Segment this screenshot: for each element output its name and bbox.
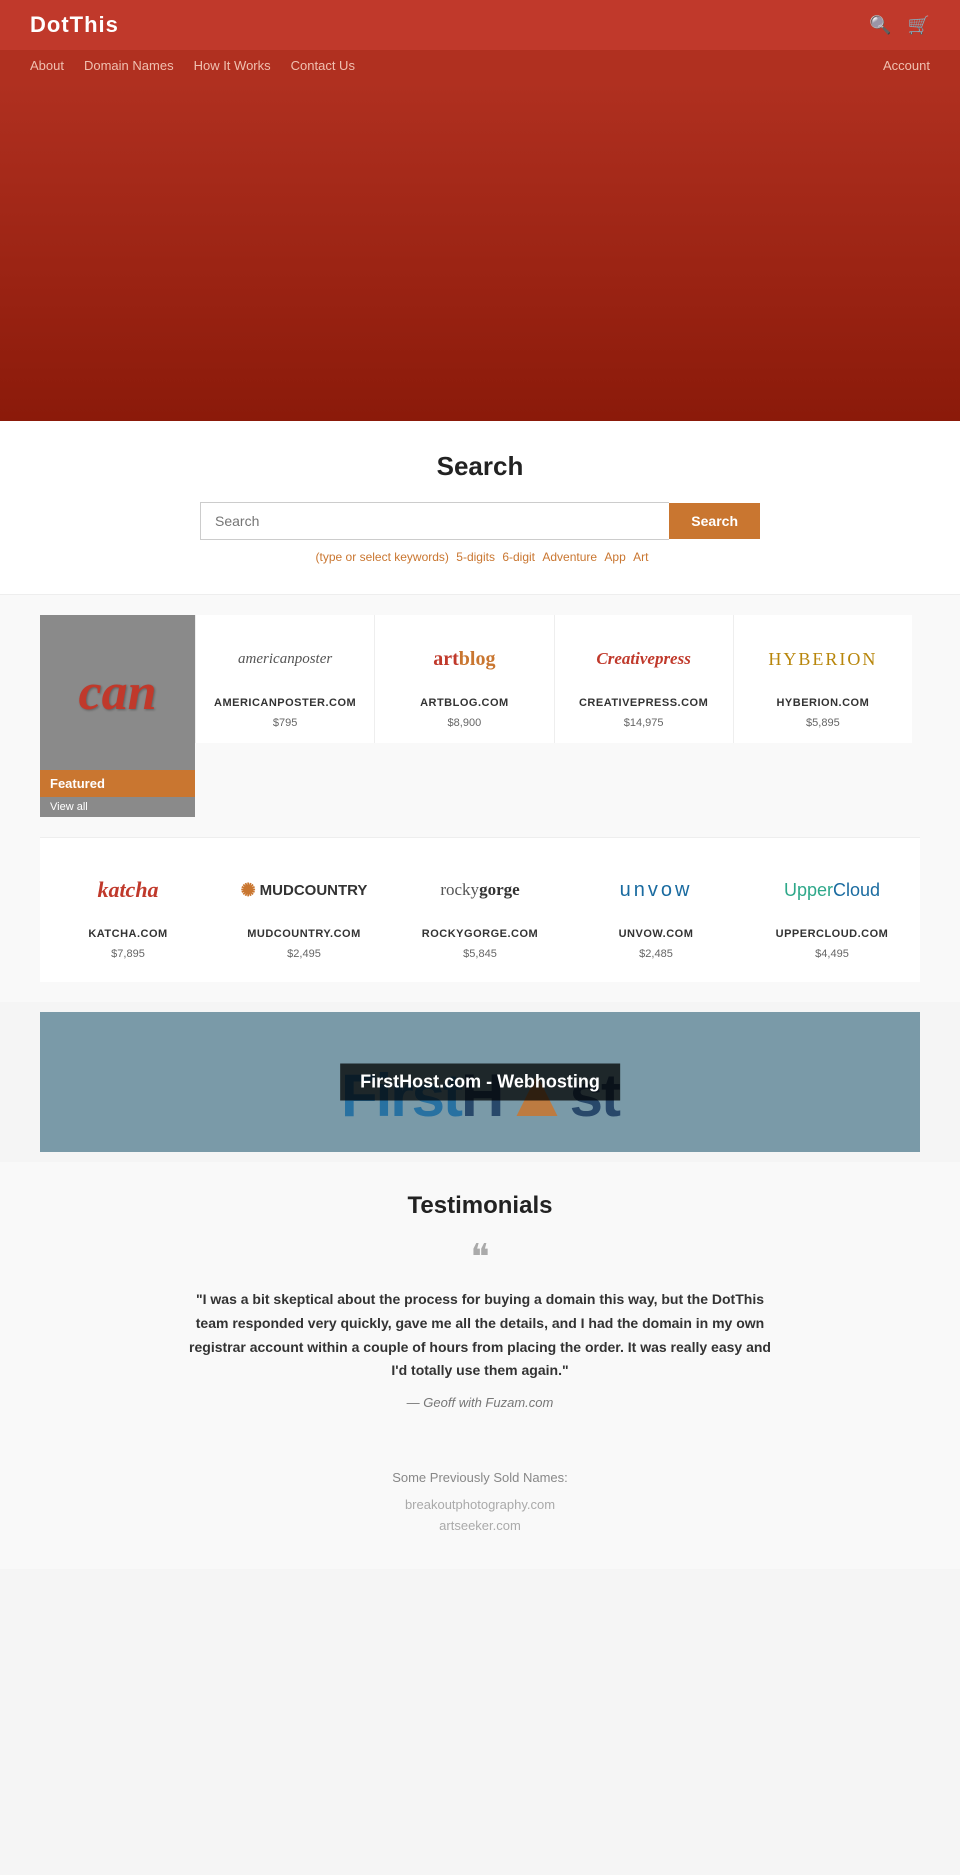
domain-name-artblog: ARTBLOG.COM xyxy=(420,697,509,709)
domain-price-hyberion: $5,895 xyxy=(806,717,840,729)
domain-price-americanposter: $795 xyxy=(273,717,297,729)
domain-logo-uppercloud: UpperCloud xyxy=(784,860,880,920)
logo-katcha: katcha xyxy=(97,877,158,903)
quote-icon: ❝ xyxy=(40,1236,920,1278)
ad-banner[interactable]: FirstH▲st FirstHost.com - Webhosting xyxy=(40,1012,920,1152)
logo-mudcountry: ✺MUDCOUNTRY xyxy=(241,880,368,901)
domain-name-hyberion: HYBERION.COM xyxy=(776,697,869,709)
search-button[interactable]: Search xyxy=(669,503,760,539)
featured-banner: can Featured View all xyxy=(40,615,195,817)
domain-price-unvow: $2,485 xyxy=(639,948,673,960)
header-icons: 🔍 🛒 xyxy=(869,15,930,36)
domain-logo-hyberion: HYBERION xyxy=(768,629,877,689)
search-keywords: (type or select keywords) 5-digits 6-dig… xyxy=(50,550,910,564)
sold-section: Some Previously Sold Names: breakoutphot… xyxy=(0,1440,960,1569)
testimonials-section: Testimonials ❝ "I was a bit skeptical ab… xyxy=(0,1162,960,1440)
search-bar: Search xyxy=(200,502,760,540)
logo-americanposter: americanposter xyxy=(238,651,332,668)
keyword-5digits[interactable]: 5-digits xyxy=(456,550,495,564)
domain-item-katcha[interactable]: katcha KATCHA.COM $7,895 xyxy=(40,852,216,968)
logo-unvow: unvow xyxy=(620,879,693,902)
domain-price-creativepress: $14,975 xyxy=(624,717,664,729)
domain-logo-artblog: artblog xyxy=(433,629,495,689)
nav-about[interactable]: About xyxy=(30,58,64,73)
domain-name-unvow: UNVOW.COM xyxy=(619,928,694,940)
logo-hyberion: HYBERION xyxy=(768,649,877,670)
search-icon[interactable]: 🔍 xyxy=(869,15,891,36)
nav-how-it-works[interactable]: How It Works xyxy=(194,58,271,73)
domain-logo-americanposter: americanposter xyxy=(238,629,332,689)
domain-item-unvow[interactable]: unvow UNVOW.COM $2,485 xyxy=(568,852,744,968)
logo-rockygorge: rockygorge xyxy=(440,880,519,900)
featured-can-text: can xyxy=(79,663,157,722)
nav-contact-us[interactable]: Contact Us xyxy=(291,58,355,73)
logo-uppercloud: UpperCloud xyxy=(784,880,880,901)
search-section: Search Search (type or select keywords) … xyxy=(0,421,960,595)
domain-item-americanposter[interactable]: americanposter AMERICANPOSTER.COM $795 xyxy=(195,615,374,743)
testimonials-title: Testimonials xyxy=(40,1192,920,1220)
featured-banner-img: can xyxy=(40,615,195,770)
second-row: katcha KATCHA.COM $7,895 ✺MUDCOUNTRY MUD… xyxy=(0,837,960,1002)
domain-item-mudcountry[interactable]: ✺MUDCOUNTRY MUDCOUNTRY.COM $2,495 xyxy=(216,852,392,968)
domain-price-artblog: $8,900 xyxy=(448,717,482,729)
site-logo: DotThis xyxy=(30,12,119,38)
domain-item-creativepress[interactable]: Creativepress CREATIVEPRESS.COM $14,975 xyxy=(554,615,733,743)
keyword-adventure[interactable]: Adventure xyxy=(542,550,597,564)
nav-links: About Domain Names How It Works Contact … xyxy=(30,58,355,73)
domain-logo-unvow: unvow xyxy=(620,860,693,920)
logo-creativepress: Creativepress xyxy=(596,649,690,669)
featured-section: can Featured View all americanposter AME… xyxy=(0,595,960,837)
nav-account[interactable]: Account xyxy=(883,58,930,73)
domain-price-uppercloud: $4,495 xyxy=(815,948,849,960)
header-top: DotThis 🔍 🛒 xyxy=(0,0,960,50)
sold-item-2: artseeker.com xyxy=(40,1518,920,1533)
keyword-app[interactable]: App xyxy=(604,550,625,564)
search-hint: (type or select keywords) xyxy=(316,550,449,564)
domain-logo-creativepress: Creativepress xyxy=(596,629,690,689)
search-input[interactable] xyxy=(200,502,669,540)
keyword-6digit[interactable]: 6-digit xyxy=(502,550,535,564)
ad-title-bar: FirstHost.com - Webhosting xyxy=(340,1064,620,1101)
domain-name-mudcountry: MUDCOUNTRY.COM xyxy=(247,928,361,940)
featured-domain-items: americanposter AMERICANPOSTER.COM $795 a… xyxy=(195,615,920,743)
keyword-art[interactable]: Art xyxy=(633,550,648,564)
domain-price-mudcountry: $2,495 xyxy=(287,948,321,960)
domain-name-katcha: KATCHA.COM xyxy=(88,928,167,940)
domain-logo-katcha: katcha xyxy=(97,860,158,920)
testimonial-text: "I was a bit skeptical about the process… xyxy=(180,1288,780,1383)
domain-price-katcha: $7,895 xyxy=(111,948,145,960)
domain-item-hyberion[interactable]: HYBERION HYBERION.COM $5,895 xyxy=(733,615,912,743)
featured-grid: can Featured View all americanposter AME… xyxy=(40,615,920,817)
domain-price-rockygorge: $5,845 xyxy=(463,948,497,960)
nav-domain-names[interactable]: Domain Names xyxy=(84,58,174,73)
domain-logo-mudcountry: ✺MUDCOUNTRY xyxy=(241,860,368,920)
second-row-inner: katcha KATCHA.COM $7,895 ✺MUDCOUNTRY MUD… xyxy=(40,837,920,982)
domain-name-uppercloud: UPPERCLOUD.COM xyxy=(776,928,889,940)
domain-name-rockygorge: ROCKYGORGE.COM xyxy=(422,928,538,940)
domain-item-uppercloud[interactable]: UpperCloud UPPERCLOUD.COM $4,495 xyxy=(744,852,920,968)
featured-label: Featured xyxy=(40,770,195,797)
featured-viewall[interactable]: View all xyxy=(40,797,195,817)
search-title: Search xyxy=(50,451,910,482)
cart-icon[interactable]: 🛒 xyxy=(908,15,930,36)
hero-banner xyxy=(0,81,960,421)
header-nav: About Domain Names How It Works Contact … xyxy=(0,50,960,81)
domain-logo-rockygorge: rockygorge xyxy=(440,860,519,920)
domain-name-creativepress: CREATIVEPRESS.COM xyxy=(579,697,708,709)
domain-item-rockygorge[interactable]: rockygorge ROCKYGORGE.COM $5,845 xyxy=(392,852,568,968)
domain-item-artblog[interactable]: artblog ARTBLOG.COM $8,900 xyxy=(374,615,553,743)
sold-item-1: breakoutphotography.com xyxy=(40,1497,920,1512)
sold-title: Some Previously Sold Names: xyxy=(40,1470,920,1485)
testimonial-author: — Geoff with Fuzam.com xyxy=(40,1395,920,1410)
domain-name-americanposter: AMERICANPOSTER.COM xyxy=(214,697,356,709)
logo-artblog: artblog xyxy=(433,648,495,671)
